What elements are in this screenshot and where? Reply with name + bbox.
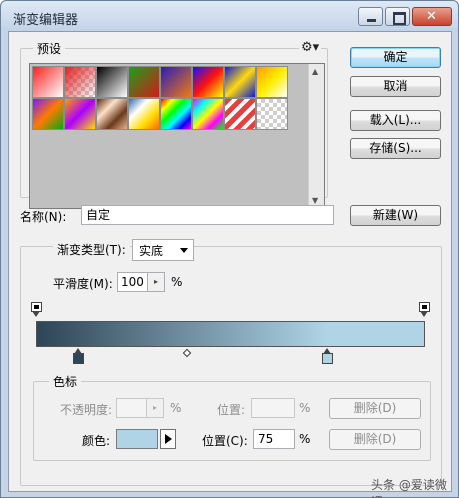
preset-list[interactable]: ▲ ▼ [29,63,325,209]
preset-swatch[interactable] [32,66,64,98]
preset-swatch[interactable] [224,98,256,130]
presets-legend: 预设 [33,40,66,57]
preset-swatch[interactable] [96,66,128,98]
preset-swatch[interactable] [128,98,160,130]
preset-swatch[interactable] [160,98,192,130]
location-label: 位置(C): [202,434,248,448]
opacity-stop-right[interactable] [419,302,430,318]
smoothness-value: 100 [121,275,144,289]
smoothness-unit: % [171,275,183,289]
color-label: 颜色: [82,434,111,448]
preset-swatch[interactable] [64,66,96,98]
preset-swatch[interactable] [96,98,128,130]
opacity-location-unit: % [299,401,311,415]
gradient-editor-window: 渐变编辑器 预设 ⚙▾ ▲ ▼ 确定 取消 载入(L)... 存储(S)... … [0,0,459,498]
title-bar[interactable]: 渐变编辑器 [1,1,458,31]
smoothness-label: 平滑度(M): [53,277,113,291]
preset-scrollbar[interactable]: ▲ ▼ [308,64,324,208]
name-label: 名称(N): [20,210,67,224]
preset-swatch[interactable] [224,66,256,98]
gear-icon[interactable]: ⚙▾ [299,40,322,55]
preset-swatch[interactable] [128,66,160,98]
window-title: 渐变编辑器 [13,13,79,28]
scroll-down-icon[interactable]: ▼ [312,196,318,205]
color-stop-right[interactable] [321,348,333,365]
preset-swatch[interactable] [256,66,288,98]
opacity-stepper: ▸ [116,398,164,418]
name-input[interactable]: 自定 [81,205,334,225]
delete-color-stop-button: 删除(D) [329,429,421,450]
location-input[interactable]: 75 [253,429,295,449]
stepper-arrow-icon: ▸ [146,399,163,417]
minimize-icon[interactable] [358,7,383,26]
color-stop-left[interactable] [73,348,84,365]
chevron-down-icon [180,248,188,253]
preset-swatch[interactable] [160,66,192,98]
maximize-icon[interactable] [385,7,410,26]
delete-opacity-stop-button: 删除(D) [329,398,421,419]
gradient-type-label: 渐变类型(T): [53,241,130,258]
preset-swatch[interactable] [256,98,288,130]
opacity-stop-left[interactable] [31,302,42,318]
gradient-type-value: 实底 [139,244,164,258]
gradient-preview-bar[interactable] [36,321,425,347]
opacity-location-input [251,398,295,418]
preset-swatch[interactable] [32,98,64,130]
cancel-button[interactable]: 取消 [350,76,441,97]
location-unit: % [299,432,311,446]
load-button[interactable]: 载入(L)... [350,110,441,131]
save-button[interactable]: 存储(S)... [350,138,441,159]
dialog-body: 预设 ⚙▾ ▲ ▼ 确定 取消 载入(L)... 存储(S)... 名称(N):… [8,31,452,498]
preset-swatch[interactable] [192,66,224,98]
stepper-arrow-icon[interactable]: ▸ [147,273,164,291]
opacity-label: 不透明度: [60,403,113,417]
color-menu-arrow-icon[interactable] [160,429,176,449]
watermark-text: 头条 @爱读微课 [371,478,447,498]
smoothness-stepper[interactable]: 100 ▸ [117,272,165,292]
gradient-type-select[interactable]: 实底 [132,239,194,261]
close-icon[interactable] [412,7,452,26]
new-button[interactable]: 新建(W) [350,205,441,226]
stops-legend: 色标 [49,373,82,390]
preset-swatch[interactable] [64,98,96,130]
scroll-up-icon[interactable]: ▲ [312,67,318,76]
opacity-unit: % [170,401,182,415]
stop-color-swatch[interactable] [116,429,158,449]
preset-swatch[interactable] [192,98,224,130]
preset-swatch-grid [32,66,290,130]
ok-button[interactable]: 确定 [350,47,441,68]
opacity-location-label: 位置: [217,403,246,417]
